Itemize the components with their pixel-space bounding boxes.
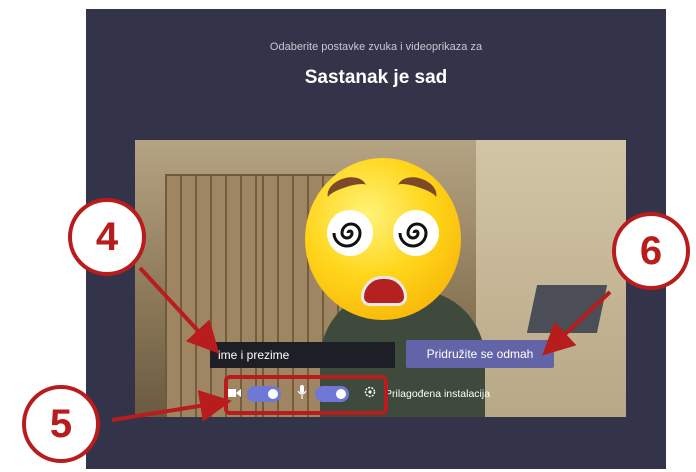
callout-5: 5 [22,385,100,463]
callout-6: 6 [612,212,690,290]
arrow-4 [138,266,220,354]
arrow-6 [542,290,612,356]
media-controls-highlight [224,375,388,415]
arrow-5 [111,390,232,422]
callout-4: 4 [68,198,146,276]
